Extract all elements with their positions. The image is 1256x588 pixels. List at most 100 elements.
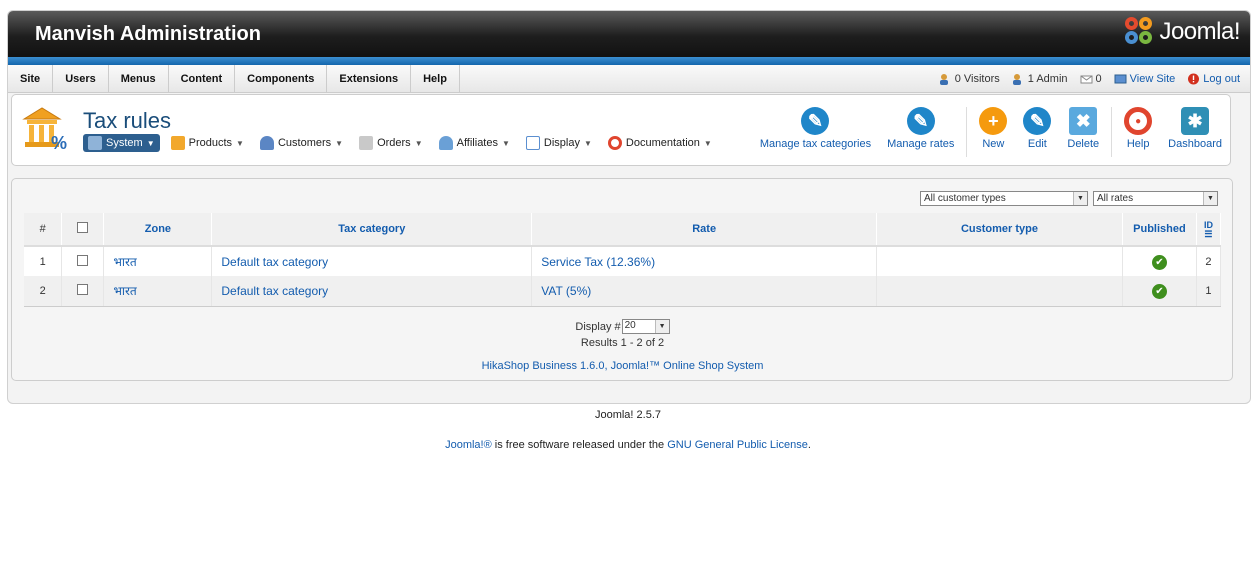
table-header-row: # Zone Tax category Rate Customer type P… [24,213,1222,247]
chevron-down-icon: ▼ [335,138,344,148]
toolbar-box: % Tax rules System ▼ Products ▼ Customer… [11,94,1231,166]
customer-type-filter[interactable]: All customer types ▼ [920,191,1088,206]
new-button[interactable]: + New [971,107,1015,150]
col-select-all [61,213,105,247]
zone-link[interactable]: भारत [113,284,136,298]
view-site-link[interactable]: View Site [1114,73,1175,85]
row-checkbox[interactable] [77,283,89,295]
menu-menus[interactable]: Menus [109,65,169,92]
admin-users-icon [1012,74,1021,85]
display-limit-select[interactable]: 20 ▼ [621,319,670,334]
toolbar-separator [966,107,968,157]
submenu-documentation[interactable]: Documentation ▼ [603,134,717,152]
zone-link[interactable]: भारत [113,255,136,269]
toolbar-separator [1111,107,1113,157]
submenu-products[interactable]: Products ▼ [166,134,249,152]
messages-status[interactable]: 0 [1080,73,1102,85]
row-number: 2 [24,276,63,307]
page-title: Tax rules [83,108,172,133]
row-tax-category: Default tax category [211,276,533,307]
tax-category-link[interactable]: Default tax category [221,255,328,269]
delete-button[interactable]: ✖ Delete [1059,107,1107,150]
main-menu: Site Users Menus Content Components Exte… [8,65,1250,93]
menu-users[interactable]: Users [53,65,109,92]
manage-tax-categories-button[interactable]: ✎ Manage tax categories [752,107,879,150]
col-zone[interactable]: Zone [103,213,213,247]
monitor-icon [1114,74,1127,84]
menu-extensions[interactable]: Extensions [327,65,412,92]
row-published: ✔ [1122,246,1197,276]
logout-link[interactable]: Log out [1187,73,1240,85]
published-check-icon[interactable]: ✔ [1151,283,1167,299]
edit-button[interactable]: ✎ Edit [1015,107,1059,150]
tax-category-link[interactable]: Default tax category [221,284,328,298]
table-row: 2 भारत Default tax category VAT (5%) ✔ 1 [24,276,1222,307]
col-rate[interactable]: Rate [531,213,878,247]
menu-components[interactable]: Components [235,65,328,92]
submenu-display[interactable]: Display ▼ [521,134,597,152]
published-check-icon[interactable]: ✔ [1151,254,1167,270]
rate-link[interactable]: Service Tax (12.36%) [541,255,655,269]
hikashop-credit-link[interactable]: HikaShop Business 1.6.0, Joomla!™ Online… [482,360,764,372]
row-id: 2 [1196,246,1222,276]
help-button[interactable]: ● Help [1116,107,1160,150]
col-published[interactable]: Published [1122,213,1197,247]
window-icon [525,136,540,150]
chevron-down-icon: ▼ [1073,192,1087,205]
submenu-affiliates[interactable]: Affiliates ▼ [434,134,515,152]
logout-icon [1188,73,1200,85]
id-label: ID [1203,219,1213,230]
row-customer-type [876,246,1123,276]
pen-icon [359,136,374,150]
row-checkbox-cell [61,246,105,276]
col-id[interactable]: ID ☰ [1196,213,1222,247]
row-checkbox[interactable] [77,254,89,266]
manage-rates-button[interactable]: ✎ Manage rates [879,107,962,150]
chevron-down-icon: ▼ [1203,192,1217,205]
pencil-icon: ✎ [801,107,830,135]
row-zone: भारत [103,276,213,307]
mail-icon [1080,75,1093,84]
chevron-down-icon: ▼ [583,138,592,148]
chevron-down-icon: ▼ [703,138,712,148]
row-rate: VAT (5%) [531,276,878,307]
chevron-down-icon: ▼ [654,320,669,333]
table-row: 1 भारत Default tax category Service Tax … [24,246,1222,276]
dashboard-button[interactable]: ✱ Dashboard [1160,107,1230,150]
results-count: Results 1 - 2 of 2 [580,337,665,349]
lifebuoy-icon: ● [1124,107,1153,135]
menu-help[interactable]: Help [411,65,460,92]
rate-filter[interactable]: All rates ▼ [1093,191,1218,206]
gpl-link[interactable]: GNU General Public License [667,439,808,451]
pencil-icon: ✎ [1023,107,1052,135]
col-number: # [24,213,63,247]
header-accent-bar [8,57,1250,65]
col-tax-category[interactable]: Tax category [211,213,533,247]
menu-site[interactable]: Site [8,65,54,92]
header: Manvish Administration Joomla! [8,11,1250,57]
display-limit: Display # 20 ▼ [24,319,1221,334]
license-line: Joomla!® is free software released under… [445,439,811,451]
row-customer-type [876,276,1123,307]
select-all-checkbox[interactable] [77,222,89,233]
col-customer-type[interactable]: Customer type [876,213,1123,247]
submenu-orders[interactable]: Orders ▼ [354,134,428,152]
chevron-down-icon: ▼ [236,138,244,148]
joomla-version: Joomla! 2.5.7 [594,409,662,421]
joomla-logo-icon [1125,17,1155,47]
row-zone: भारत [103,246,213,276]
filters: All customer types ▼ All rates ▼ [920,191,1218,206]
rate-link[interactable]: VAT (5%) [541,284,591,298]
tax-rules-icon: % [22,107,67,153]
pagination-footer: Display # 20 ▼ Results 1 - 2 of 2 HikaSh… [24,310,1221,378]
toolbar-buttons: ✎ Manage tax categories ✎ Manage rates +… [752,107,1230,157]
submenu-system[interactable]: System ▼ [83,134,160,152]
joomla-link[interactable]: Joomla!® [445,439,492,451]
joomla-logo: Joomla! [1125,17,1240,47]
menu-content[interactable]: Content [169,65,236,92]
row-tax-category: Default tax category [211,246,533,276]
chevron-down-icon: ▼ [146,138,155,148]
submenu-customers[interactable]: Customers ▼ [255,134,348,152]
visitors-status: 0 Visitors [939,73,1000,85]
users-icon [259,136,274,150]
